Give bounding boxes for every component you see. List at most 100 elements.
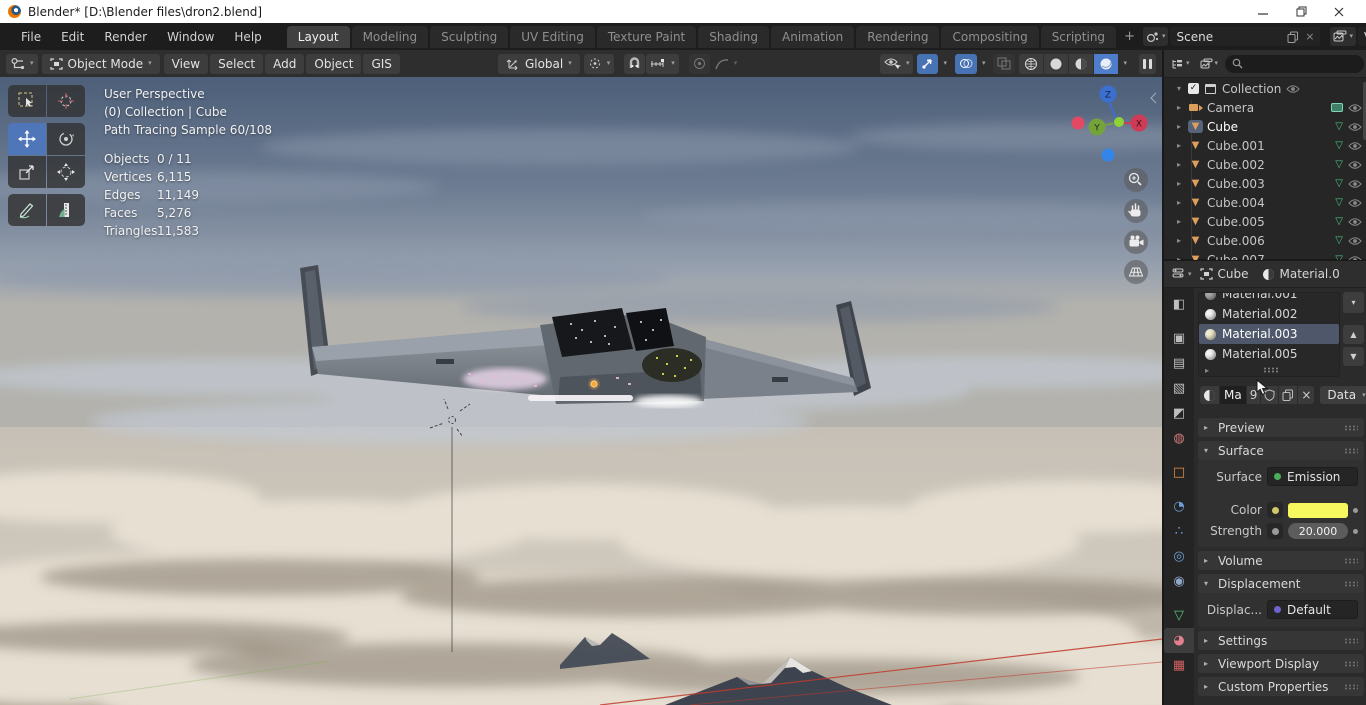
strength-input-socket-icon[interactable] (1267, 523, 1283, 539)
restore-button[interactable] (1282, 0, 1320, 23)
properties-tab[interactable] (1164, 494, 1194, 519)
shading-dropdown[interactable]: ▾ (1119, 54, 1131, 74)
outliner-row[interactable]: ▸ Cube.001 (1164, 136, 1366, 155)
editor-type-button[interactable]: ▾ (6, 53, 38, 74)
minimize-button[interactable] (1244, 0, 1282, 23)
outliner-row[interactable]: ▸ Cube.006 (1164, 231, 1366, 250)
properties-tab[interactable] (1164, 401, 1194, 426)
properties-tab[interactable] (1164, 653, 1194, 678)
properties-tab[interactable] (1164, 519, 1194, 544)
workspace-tab[interactable]: Compositing (941, 25, 1039, 48)
browse-view-layer-icon[interactable]: ▾ (1330, 27, 1356, 46)
overlays-toggle[interactable] (954, 53, 977, 74)
material-slot[interactable]: Material.005 (1199, 344, 1339, 364)
viewport-menu-item[interactable]: GIS (363, 53, 400, 74)
object-name[interactable]: Collection (1222, 82, 1281, 96)
menu-item[interactable]: Render (95, 27, 156, 47)
snap-target-button[interactable]: ▾ (646, 53, 679, 74)
strength-slider[interactable]: 20.000 (1288, 523, 1348, 539)
workspace-tab[interactable]: Sculpting (430, 25, 509, 48)
menu-item[interactable]: Edit (52, 27, 93, 47)
object-visibility-button[interactable]: ▾ (879, 53, 914, 74)
hide-eye-icon[interactable] (1347, 255, 1362, 260)
surface-shader-select[interactable]: Emission (1267, 467, 1358, 486)
transform-tool[interactable] (47, 156, 85, 188)
outliner-search-input[interactable] (1225, 54, 1364, 73)
properties-tab[interactable] (1164, 603, 1194, 628)
hide-eye-icon[interactable] (1347, 103, 1362, 113)
material-specials-button[interactable]: ▾ (1343, 292, 1364, 313)
panel-displacement[interactable]: ▾ Displacement (1198, 574, 1364, 593)
snap-toggle[interactable] (624, 53, 646, 74)
displacement-select[interactable]: Default (1267, 600, 1358, 619)
object-name[interactable]: Cube.002 (1207, 158, 1265, 172)
outliner-row[interactable]: ▸ Camera (1164, 98, 1366, 117)
outliner-row[interactable]: ▸ Cube.004 (1164, 193, 1366, 212)
shading-rendered-button[interactable] (1094, 53, 1119, 74)
properties-tab[interactable] (1164, 460, 1194, 485)
workspace-tab[interactable]: Shading (698, 25, 769, 48)
hide-eye-icon[interactable] (1347, 198, 1362, 208)
properties-tab[interactable] (1164, 426, 1194, 451)
measure-tool[interactable] (47, 194, 85, 226)
object-name[interactable]: Cube.006 (1207, 234, 1265, 248)
hide-eye-icon[interactable] (1347, 236, 1362, 246)
viewport-menu-item[interactable]: View (163, 53, 209, 74)
emission-color-swatch[interactable] (1288, 502, 1348, 518)
outliner-row[interactable]: ▸ Cube (1164, 117, 1366, 136)
unlink-material-icon[interactable]: × (1298, 386, 1315, 404)
properties-tab[interactable] (1164, 351, 1194, 376)
object-name[interactable]: Cube.001 (1207, 139, 1265, 153)
object-name[interactable]: Cube.003 (1207, 177, 1265, 191)
slot-move-up-button[interactable]: ▲ (1343, 325, 1364, 344)
properties-tab[interactable] (1164, 628, 1194, 653)
panel-settings[interactable]: ▸ Settings (1198, 631, 1364, 650)
workspace-tab[interactable]: Rendering (856, 25, 940, 48)
hide-eye-icon[interactable] (1347, 122, 1362, 132)
slot-move-down-button[interactable]: ▼ (1343, 347, 1364, 366)
workspace-tab[interactable]: UV Editing (510, 25, 595, 48)
overlays-dropdown[interactable]: ▾ (978, 54, 990, 74)
shading-material-button[interactable] (1069, 53, 1094, 74)
close-button[interactable] (1320, 0, 1358, 23)
collection-checkbox[interactable]: ✓ (1188, 83, 1199, 94)
object-name[interactable]: Cube.004 (1207, 196, 1265, 210)
material-slot[interactable]: Material.001 (1199, 293, 1339, 304)
outliner-filter-button[interactable]: ▾ (1196, 54, 1222, 73)
material-name-field[interactable]: Ma (1220, 386, 1246, 404)
outliner-row[interactable]: ▸ Cube.003 (1164, 174, 1366, 193)
gizmos-dropdown[interactable]: ▾ (939, 54, 951, 74)
fake-user-shield-icon[interactable] (1261, 386, 1279, 404)
viewport-menu-item[interactable]: Object (306, 53, 362, 74)
object-name[interactable]: Cube.005 (1207, 215, 1265, 229)
color-input-socket-icon[interactable] (1267, 502, 1283, 518)
outliner-row[interactable]: ▾ ✓ Collection (1164, 79, 1366, 98)
slot-list-resize-grip[interactable]: ▸ (1199, 364, 1339, 376)
workspace-tab[interactable]: Layout (286, 25, 350, 48)
unlink-scene-icon[interactable]: × (1305, 30, 1314, 43)
outliner-row[interactable]: ▸ Cube.002 (1164, 155, 1366, 174)
properties-editor-type-button[interactable]: ▾ (1169, 264, 1195, 284)
annotate-tool[interactable] (8, 194, 46, 226)
material-users-button[interactable]: 9 (1246, 386, 1261, 404)
properties-tab[interactable] (1164, 544, 1194, 569)
object-name[interactable]: Camera (1207, 101, 1254, 115)
material-link-select[interactable]: Data ▾ (1320, 386, 1366, 404)
browse-material-icon[interactable] (1200, 386, 1219, 404)
viewport-canvas[interactable]: Z Y X User Perspective (0) Collection | … (0, 77, 1162, 705)
material-slot[interactable]: Material.002 (1199, 304, 1339, 324)
viewport-menu-item[interactable]: Select (210, 53, 264, 74)
properties-tab[interactable] (1164, 292, 1194, 317)
cursor-tool[interactable] (47, 85, 85, 117)
shading-wireframe-button[interactable] (1019, 53, 1044, 74)
workspace-tab[interactable]: Modeling (351, 25, 429, 48)
proportional-falloff-button[interactable]: ▾ (711, 54, 742, 74)
pivot-point-button[interactable]: ▾ (583, 53, 615, 74)
workspace-tab[interactable]: Texture Paint (596, 25, 697, 48)
properties-tab[interactable] (1164, 569, 1194, 594)
viewport-menu-item[interactable]: Add (265, 53, 305, 74)
hide-eye-icon[interactable] (1347, 141, 1362, 151)
transform-orientation[interactable]: Global ▾ (497, 53, 580, 74)
panel-preview[interactable]: ▸ Preview (1198, 418, 1364, 437)
panel-volume[interactable]: ▸ Volume (1198, 551, 1364, 570)
